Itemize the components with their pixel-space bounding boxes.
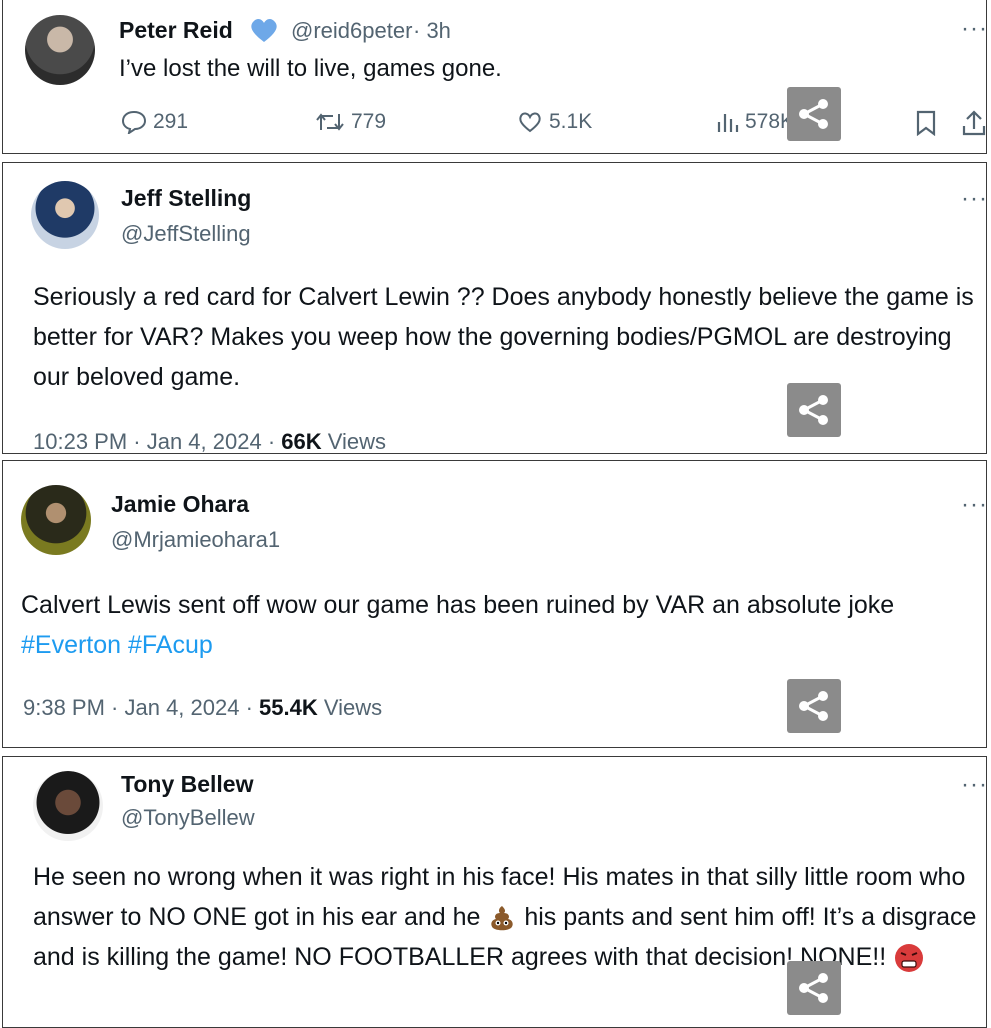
author-name[interactable]: Tony Bellew — [121, 771, 254, 798]
share-icon — [799, 99, 828, 129]
avatar[interactable] — [31, 181, 99, 249]
views-chart-icon — [717, 114, 739, 132]
tweet-card-tony-bellew[interactable]: Tony Bellew @TonyBellew ··· He seen no w… — [2, 756, 987, 1028]
share-icon — [799, 973, 828, 1003]
author-handle[interactable]: @JeffStelling — [121, 221, 251, 247]
share-overlay-button[interactable] — [787, 679, 841, 733]
views-button[interactable]: 578K — [715, 110, 794, 134]
views-count: 66K — [281, 429, 322, 454]
avatar[interactable] — [21, 485, 91, 555]
tweet-card-jeff-stelling[interactable]: Jeff Stelling @JeffStelling ··· Seriousl… — [2, 162, 987, 454]
tweet-card-peter-reid[interactable]: Peter Reid @reid6peter · 3h ··· I’ve los… — [2, 0, 987, 154]
poop-emoji-icon — [491, 906, 514, 931]
more-options-icon[interactable]: ··· — [961, 491, 986, 519]
bookmark-icon[interactable] — [914, 110, 938, 136]
views-count: 55.4K — [259, 695, 318, 720]
author-handle[interactable]: @TonyBellew — [121, 805, 255, 831]
tweet-meta: 9:38 PM · Jan 4, 2024 · 55.4K Views — [23, 695, 382, 721]
tweet-text: Calvert Lewis sent off wow our game has … — [21, 591, 895, 619]
views-label: Views — [321, 429, 387, 454]
like-button[interactable]: 5.1K — [517, 110, 592, 134]
verified-badge-icon — [249, 17, 279, 48]
share-overlay-button[interactable] — [787, 87, 841, 141]
views-label: Views — [317, 695, 383, 720]
author-handle[interactable]: @reid6peter — [291, 18, 412, 44]
tweet-time[interactable]: · 3h — [413, 18, 451, 44]
tweet-text-container: He seen no wrong when it was right in hi… — [33, 857, 986, 977]
tweet-date[interactable]: 10:23 PM · Jan 4, 2024 · — [33, 429, 281, 453]
upload-share-icon[interactable] — [961, 109, 987, 137]
reply-icon — [121, 110, 147, 134]
like-count: 5.1K — [549, 110, 593, 133]
avatar[interactable] — [33, 771, 103, 841]
author-handle[interactable]: @Mrjamieohara1 — [111, 527, 280, 553]
angry-face-emoji-icon — [895, 944, 924, 973]
reply-count: 291 — [153, 110, 189, 133]
heart-icon — [519, 112, 541, 133]
author-name[interactable]: Jeff Stelling — [121, 185, 251, 212]
retweet-button[interactable]: 779 — [315, 110, 386, 134]
more-options-icon[interactable]: ··· — [961, 15, 986, 43]
avatar[interactable] — [25, 15, 95, 85]
more-options-icon[interactable]: ··· — [961, 185, 986, 213]
share-overlay-button[interactable] — [787, 961, 841, 1015]
retweet-icon — [316, 113, 344, 131]
share-icon — [799, 691, 828, 721]
tweet-date[interactable]: 9:38 PM · Jan 4, 2024 · — [23, 695, 259, 720]
retweet-count: 779 — [351, 110, 387, 133]
author-name[interactable]: Jamie Ohara — [111, 491, 249, 518]
tweet-text: I’ve lost the will to live, games gone. — [119, 55, 502, 82]
share-overlay-button[interactable] — [787, 383, 841, 437]
hashtag-everton[interactable]: #Everton — [21, 631, 121, 659]
tweet-card-jamie-ohara[interactable]: Jamie Ohara @Mrjamieohara1 ··· Calvert L… — [2, 460, 987, 748]
tweet-text-container: Calvert Lewis sent off wow our game has … — [21, 585, 966, 665]
author-name[interactable]: Peter Reid — [119, 17, 233, 44]
more-options-icon[interactable]: ··· — [961, 771, 986, 799]
tweet-text: Seriously a red card for Calvert Lewin ?… — [33, 283, 974, 391]
reply-button[interactable]: 291 — [121, 110, 188, 134]
share-icon — [799, 395, 828, 425]
tweet-meta: 10:23 PM · Jan 4, 2024 · 66K Views — [33, 429, 387, 454]
hashtag-facup[interactable]: #FAcup — [128, 631, 213, 659]
